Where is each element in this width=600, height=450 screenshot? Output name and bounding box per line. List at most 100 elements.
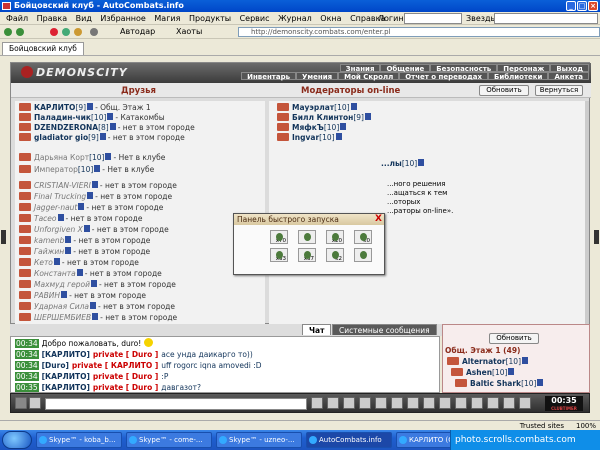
- quick-launch-close-icon[interactable]: X: [375, 214, 382, 225]
- stop-icon[interactable]: [50, 28, 58, 36]
- taskbar-item[interactable]: Skype™ - uzneo-...: [216, 432, 302, 448]
- nav-libraries[interactable]: Библиотеки: [488, 72, 549, 81]
- friend-name[interactable]: Константа: [34, 269, 76, 278]
- content-scrollbar[interactable]: [585, 101, 589, 325]
- nav-transfers[interactable]: Отчет о переводах: [399, 72, 489, 81]
- nav-my-scroll[interactable]: Мой Скролл: [338, 72, 400, 81]
- friend-name[interactable]: Император: [34, 165, 78, 174]
- chat-icon[interactable]: [15, 397, 27, 409]
- menu-magic[interactable]: Магия: [154, 14, 180, 23]
- menu-file[interactable]: Файл: [6, 14, 28, 23]
- info-icon[interactable]: [76, 269, 83, 276]
- info-icon[interactable]: [335, 133, 342, 140]
- friend-name[interactable]: Кето: [34, 258, 53, 267]
- quick-slot[interactable]: x2: [326, 248, 344, 262]
- menu-edit[interactable]: Правка: [37, 14, 67, 23]
- friend-name[interactable]: Тасео: [34, 214, 57, 223]
- info-icon[interactable]: [350, 103, 357, 110]
- translit-icon[interactable]: [29, 397, 41, 409]
- info-icon[interactable]: [90, 302, 97, 309]
- chat-sender[interactable]: [КАРЛИТО]: [42, 383, 90, 392]
- maximize-button[interactable]: □: [577, 1, 587, 11]
- chat-sender[interactable]: [Duro]: [42, 361, 69, 370]
- refresh-online-button[interactable]: Обновить: [489, 333, 539, 344]
- info-icon[interactable]: [90, 280, 97, 287]
- info-icon[interactable]: [87, 192, 94, 199]
- friend-name[interactable]: ШЕРШЕМБИЕВ: [34, 313, 91, 322]
- friend-name[interactable]: Ударная Сила: [34, 302, 89, 311]
- quick-slot[interactable]: x70: [270, 230, 288, 244]
- info-icon[interactable]: [418, 159, 425, 166]
- filter-icon[interactable]: [343, 397, 355, 409]
- friend-name[interactable]: gladiator gio: [34, 133, 88, 142]
- info-icon[interactable]: [522, 357, 528, 364]
- taskbar-item[interactable]: Skype™ - koba_b...: [36, 432, 122, 448]
- menu-products[interactable]: Продукты: [189, 14, 231, 23]
- login-input[interactable]: [404, 13, 462, 24]
- sound-icon[interactable]: [423, 397, 435, 409]
- friend-name[interactable]: kamenb: [34, 236, 64, 245]
- quick-slot[interactable]: [298, 230, 316, 244]
- left-splitter[interactable]: [1, 230, 6, 244]
- friend-name[interactable]: Махмуд герой: [34, 280, 90, 289]
- friend-name[interactable]: Дарьяна Корт: [34, 153, 89, 162]
- refresh-friends-button[interactable]: Обновить: [479, 85, 529, 96]
- haos-button[interactable]: Хаоты: [176, 25, 202, 39]
- info-icon[interactable]: [87, 103, 94, 110]
- info-icon[interactable]: [65, 247, 72, 254]
- info-icon[interactable]: [61, 291, 68, 298]
- quick-slot[interactable]: x20: [326, 230, 344, 244]
- tab-chat[interactable]: Чат: [302, 324, 332, 335]
- friend-name[interactable]: Гайжин: [34, 247, 64, 256]
- info-icon[interactable]: [109, 123, 116, 130]
- friend-name[interactable]: CRISTIAN-VIERI: [34, 181, 91, 190]
- clear-icon[interactable]: [327, 397, 339, 409]
- menu-windows[interactable]: Окна: [320, 14, 341, 23]
- info-icon[interactable]: [78, 203, 85, 210]
- info-icon[interactable]: [99, 133, 106, 140]
- walk-icon[interactable]: [375, 397, 387, 409]
- chat-private[interactable]: private [ Duro ]: [93, 383, 158, 392]
- info-icon[interactable]: [65, 236, 72, 243]
- info-icon[interactable]: [91, 181, 98, 188]
- stars-input[interactable]: [494, 13, 598, 24]
- moderator-name[interactable]: Мауэрлат: [292, 103, 334, 112]
- tools-icon[interactable]: [90, 28, 98, 36]
- send-icon[interactable]: [311, 397, 323, 409]
- nav-inventory[interactable]: Инвентарь: [241, 72, 297, 81]
- quick-slot[interactable]: [354, 248, 372, 262]
- start-button[interactable]: [2, 431, 32, 449]
- nav-profile[interactable]: Анкета: [548, 72, 589, 81]
- info-icon[interactable]: [53, 258, 60, 265]
- quick-slot[interactable]: x37: [298, 248, 316, 262]
- info-icon[interactable]: [92, 313, 99, 320]
- info-icon[interactable]: [340, 123, 347, 130]
- friend-name[interactable]: Jagger-naut: [34, 203, 77, 212]
- map-icon[interactable]: [503, 397, 515, 409]
- close-button[interactable]: ×: [588, 1, 598, 11]
- chat-private[interactable]: private [ КАРЛИТО ]: [72, 361, 158, 370]
- exit-icon[interactable]: [519, 397, 531, 409]
- settings-icon[interactable]: [391, 397, 403, 409]
- chat-sender[interactable]: [КАРЛИТО]: [42, 372, 90, 381]
- nav-knowledge[interactable]: Знания: [339, 64, 381, 73]
- refresh-icon[interactable]: [62, 28, 70, 36]
- quick-slot[interactable]: x33: [270, 248, 288, 262]
- moderator-name[interactable]: Билл Клинтон: [292, 113, 353, 122]
- info-icon[interactable]: [107, 113, 114, 120]
- menu-favorites[interactable]: Избранное: [100, 14, 145, 23]
- moderator-name[interactable]: Ingvar: [292, 133, 319, 142]
- friend-name[interactable]: РАВИН: [34, 291, 60, 300]
- quick-slot[interactable]: x0: [354, 230, 372, 244]
- chat-sender[interactable]: [КАРЛИТО]: [42, 350, 90, 359]
- nav-security[interactable]: Безопасность: [430, 64, 498, 73]
- taskbar-item[interactable]: AutoCombats.info: [306, 432, 392, 448]
- info-icon[interactable]: [57, 214, 64, 221]
- smiles-icon[interactable]: [359, 397, 371, 409]
- back-icon[interactable]: [4, 28, 12, 36]
- friend-name[interactable]: КАРЛИТО: [34, 103, 75, 112]
- return-button[interactable]: Вернуться: [535, 85, 583, 96]
- friend-name[interactable]: Паладин-чик: [34, 113, 91, 122]
- moderator-name[interactable]: ...лы: [381, 159, 402, 168]
- nav-exit[interactable]: Выход: [550, 64, 589, 73]
